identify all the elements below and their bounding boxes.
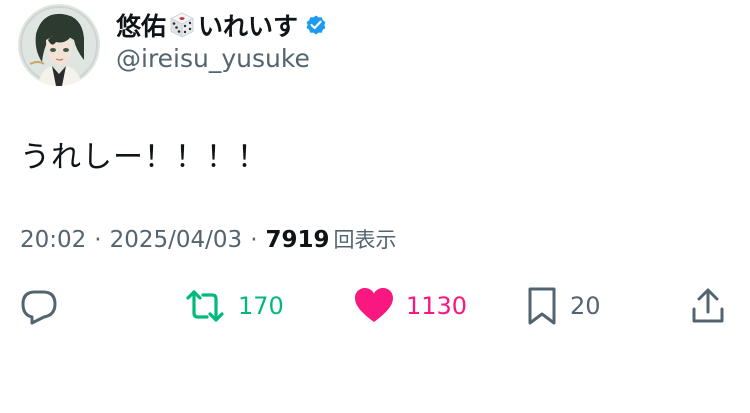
meta-separator: · [94,227,102,253]
share-button[interactable] [690,286,726,326]
views-label: 回表示 [333,228,397,252]
heart-icon [354,287,394,325]
like-button[interactable]: 1130 [354,286,467,326]
reply-icon [20,287,58,325]
share-icon [690,287,726,325]
tweet-detail: 悠佑 いれいす @ireisu_yusuke うれしー！！！！ 20:02 · … [0,0,750,413]
tweet-meta: 20:02 · 2025/04/03 · 7919 回表示 [20,224,397,254]
display-name-prefix[interactable]: 悠佑 [116,7,166,43]
retweet-icon [184,287,226,325]
meta-separator: · [250,227,258,253]
tweet-time[interactable]: 20:02 [20,227,86,253]
bookmark-icon [526,286,558,326]
user-handle[interactable]: @ireisu_yusuke [116,44,310,73]
avatar[interactable] [18,4,100,86]
reply-button[interactable] [20,286,58,326]
bookmark-button[interactable]: 20 [526,286,601,326]
retweet-count: 170 [238,292,284,320]
bookmark-count: 20 [570,292,601,320]
display-name-suffix[interactable]: いれいす [198,7,298,43]
tweet-text: うれしー！！！！ [20,140,268,175]
tweet-date[interactable]: 2025/04/03 [110,227,243,253]
game-die-icon [168,11,196,39]
like-count: 1130 [406,292,468,320]
display-name-row: 悠佑 いれいす [116,8,328,42]
views-count[interactable]: 7919 [266,227,330,253]
verified-badge-icon [304,13,328,37]
retweet-button[interactable]: 170 [184,286,284,326]
avatar-illustration [18,4,100,86]
